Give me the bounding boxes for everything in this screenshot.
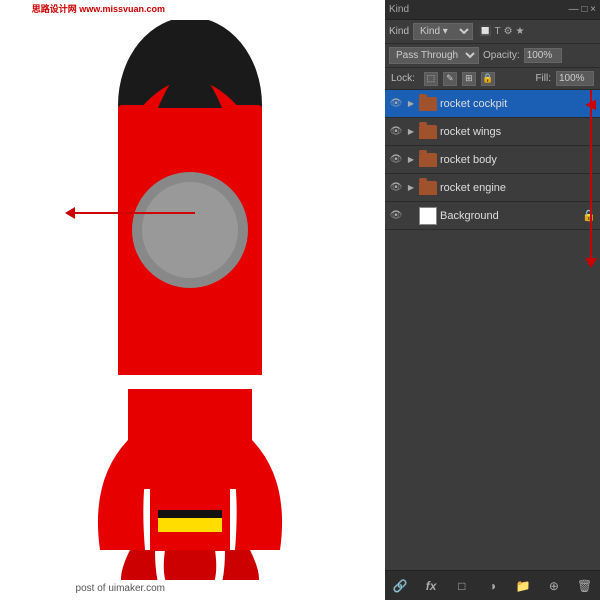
kind-label: Kind [389, 26, 409, 37]
lock-pixel-icon[interactable]: ⬚ [424, 72, 438, 86]
visibility-eye-1[interactable]: 👁 [389, 97, 403, 111]
folder-icon-2 [419, 125, 437, 139]
expand-arrow-3[interactable]: ▶ [406, 155, 416, 165]
visibility-eye-2[interactable]: 👁 [389, 125, 403, 139]
trash-icon[interactable]: 🗑 [575, 576, 595, 596]
lock-artboard-icon[interactable]: ⊞ [462, 72, 476, 86]
panel-vertical-arrow [590, 90, 592, 260]
layers-list: 👁 ▶ rocket cockpit ◀ 👁 ▶ rocket wings 👁 … [385, 90, 600, 230]
layer-rocket-wings[interactable]: 👁 ▶ rocket wings [385, 118, 600, 146]
link-icon[interactable]: 🔗 [390, 576, 410, 596]
credit-text: post of uimaker.com [76, 583, 165, 594]
layers-panel: Kind — □ × Kind Kind ▾ 🔲 T ⚙ ★ Pass Thro… [385, 0, 600, 600]
kind-icon-2: T [494, 26, 500, 37]
layer-name-1: rocket cockpit [440, 98, 507, 110]
layer-name-3: rocket body [440, 154, 497, 166]
fill-label: Fill: [535, 73, 551, 84]
kind-row: Kind Kind ▾ 🔲 T ⚙ ★ [385, 20, 600, 44]
mask-icon[interactable]: ◑ [482, 576, 502, 596]
visibility-eye-4[interactable]: 👁 [389, 181, 403, 195]
expand-arrow-1[interactable]: ▶ [406, 99, 416, 109]
layer-rocket-engine[interactable]: 👁 ▶ rocket engine [385, 174, 600, 202]
visibility-eye-5[interactable]: 👁 [389, 209, 403, 223]
arrow-line [75, 212, 195, 214]
expand-arrow-4[interactable]: ▶ [406, 183, 416, 193]
rocket-canvas: 思路设计网 www.missvuan.com post of uimaker.c… [0, 0, 390, 600]
adjustment-icon[interactable]: ⊕ [544, 576, 564, 596]
folder-icon-1 [419, 97, 437, 111]
panel-topbar-icons: Kind [389, 4, 409, 15]
kind-icon-4: ★ [516, 26, 525, 37]
new-layer-icon[interactable]: □ [452, 576, 472, 596]
layer-background[interactable]: 👁 Background 🔒 [385, 202, 600, 230]
pointer-arrow [65, 207, 195, 219]
watermark-text: 思路设计网 www.missvuan.com [32, 2, 165, 15]
kind-icon-3: ⚙ [504, 26, 513, 37]
panel-topbar: Kind — □ × [385, 0, 600, 20]
visibility-eye-3[interactable]: 👁 [389, 153, 403, 167]
opacity-input[interactable] [524, 48, 562, 63]
folder-new-icon[interactable]: 📁 [513, 576, 533, 596]
background-thumbnail [419, 207, 437, 225]
layer-name-2: rocket wings [440, 126, 501, 138]
expand-arrow-2[interactable]: ▶ [406, 127, 416, 137]
blend-mode-select[interactable]: Pass Through [389, 47, 479, 64]
blend-opacity-row: Pass Through Opacity: [385, 44, 600, 68]
lock-label: Lock: [391, 73, 415, 84]
panel-window-controls: — □ × [569, 4, 596, 15]
folder-icon-4 [419, 181, 437, 195]
layer-name-4: rocket engine [440, 182, 506, 194]
lock-all-icon[interactable]: 🔒 [481, 72, 495, 86]
kind-select[interactable]: Kind ▾ [413, 23, 473, 40]
rocket-illustration [50, 20, 330, 580]
kind-icon-1: 🔲 [479, 26, 491, 37]
lock-fill-row: Lock: ⬚ ✎ ⊞ 🔒 Fill: [385, 68, 600, 90]
opacity-label: Opacity: [483, 50, 520, 61]
layer-name-5: Background [440, 210, 499, 222]
layer-rocket-body[interactable]: 👁 ▶ rocket body [385, 146, 600, 174]
fill-input[interactable] [556, 71, 594, 86]
arrowhead-left [65, 207, 75, 219]
lock-position-icon[interactable]: ✎ [443, 72, 457, 86]
layer-rocket-cockpit[interactable]: 👁 ▶ rocket cockpit ◀ [385, 90, 600, 118]
fx-icon[interactable]: fx [421, 576, 441, 596]
folder-icon-3 [419, 153, 437, 167]
panel-bottom-toolbar: 🔗 fx □ ◑ 📁 ⊕ 🗑 [385, 570, 600, 600]
